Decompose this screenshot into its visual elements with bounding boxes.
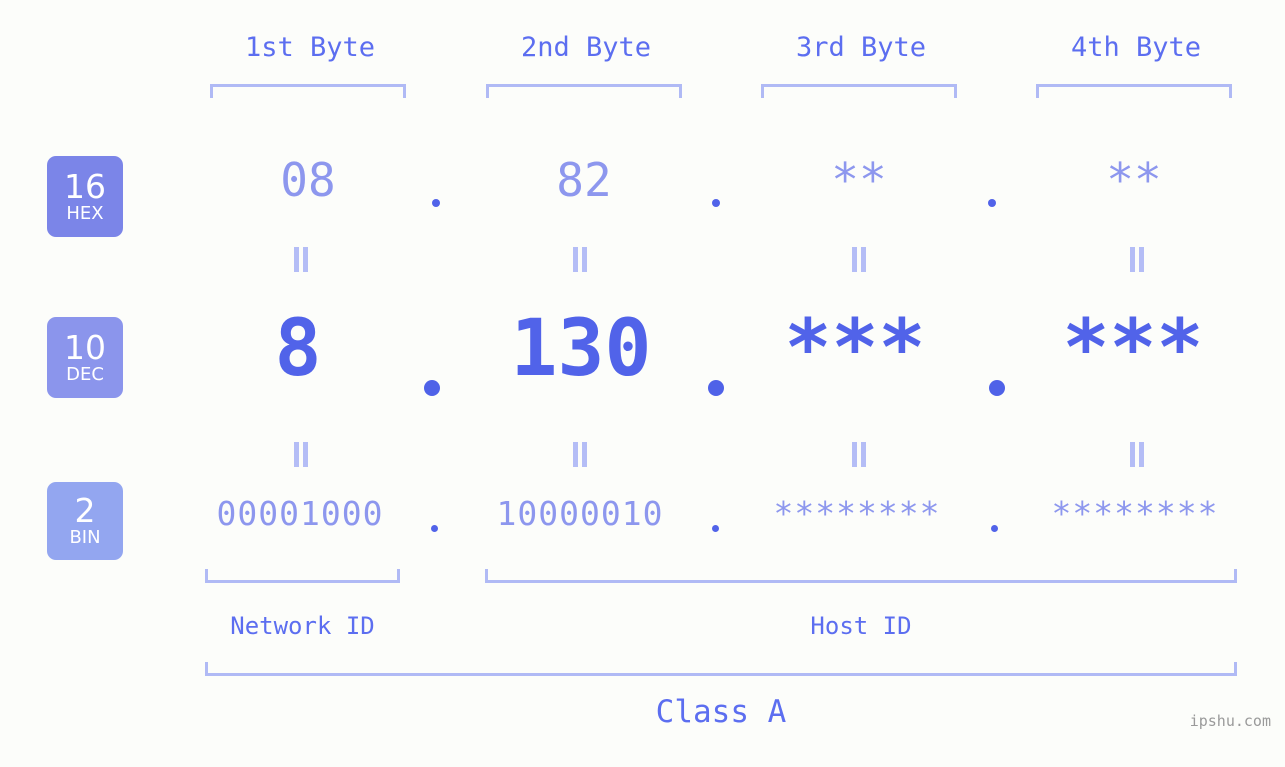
- byte-label-3: 3rd Byte: [795, 32, 927, 63]
- hex-dot-2: [712, 199, 720, 207]
- byte-bracket-4: [1036, 84, 1232, 98]
- base-badge-hex: 16 HEX: [47, 156, 123, 237]
- equals-icon-hex-dec-2: [572, 247, 588, 272]
- equals-icon-dec-bin-1: [293, 442, 309, 467]
- base-badge-bin-unit: BIN: [69, 527, 101, 548]
- dec-dot-2: [708, 380, 724, 396]
- equals-icon-dec-bin-4: [1129, 442, 1145, 467]
- dec-dot-1: [424, 380, 440, 396]
- byte-bracket-2: [486, 84, 682, 98]
- byte-label-2: 2nd Byte: [520, 32, 652, 63]
- hex-dot-1: [432, 199, 440, 207]
- host-id-bracket: [485, 569, 1237, 583]
- bin-dot-1: [431, 525, 438, 532]
- class-bracket: [205, 662, 1237, 676]
- host-id-label: Host ID: [810, 612, 912, 640]
- equals-icon-hex-dec-1: [293, 247, 309, 272]
- base-badge-dec-number: 10: [64, 327, 106, 367]
- base-badge-bin: 2 BIN: [47, 482, 123, 560]
- bin-byte-4: ********: [1051, 494, 1219, 533]
- class-label: Class A: [655, 694, 787, 730]
- byte-bracket-3: [761, 84, 957, 98]
- equals-icon-dec-bin-2: [572, 442, 588, 467]
- byte-label-4: 4th Byte: [1070, 32, 1202, 63]
- dec-byte-1: 8: [274, 304, 322, 394]
- base-badge-dec-unit: DEC: [66, 363, 104, 385]
- network-id-bracket: [205, 569, 400, 583]
- bin-byte-2: 10000010: [496, 494, 664, 533]
- base-badge-bin-number: 2: [74, 491, 96, 530]
- ip-address-diagram: 1st Byte 2nd Byte 3rd Byte 4th Byte 16 H…: [0, 0, 1285, 767]
- byte-bracket-1: [210, 84, 406, 98]
- hex-byte-3: **: [831, 153, 887, 207]
- hex-byte-4: **: [1106, 153, 1162, 207]
- network-id-label: Network ID: [230, 612, 375, 640]
- byte-label-1: 1st Byte: [244, 32, 376, 63]
- hex-byte-1: 08: [280, 153, 336, 207]
- bin-byte-3: ********: [773, 494, 941, 533]
- bin-dot-2: [712, 525, 719, 532]
- bin-byte-1: 00001000: [216, 494, 384, 533]
- base-badge-hex-number: 16: [64, 166, 106, 206]
- equals-icon-dec-bin-3: [851, 442, 867, 467]
- dec-byte-3: ***: [784, 304, 926, 394]
- equals-icon-hex-dec-4: [1129, 247, 1145, 272]
- bin-dot-3: [991, 525, 998, 532]
- hex-byte-2: 82: [556, 153, 612, 207]
- watermark: ipshu.com: [1189, 712, 1271, 730]
- equals-icon-hex-dec-3: [851, 247, 867, 272]
- dec-byte-2: 130: [510, 304, 652, 394]
- hex-dot-3: [988, 199, 996, 207]
- dec-byte-4: ***: [1062, 304, 1204, 394]
- base-badge-hex-unit: HEX: [66, 202, 104, 224]
- dec-dot-3: [989, 380, 1005, 396]
- base-badge-dec: 10 DEC: [47, 317, 123, 398]
